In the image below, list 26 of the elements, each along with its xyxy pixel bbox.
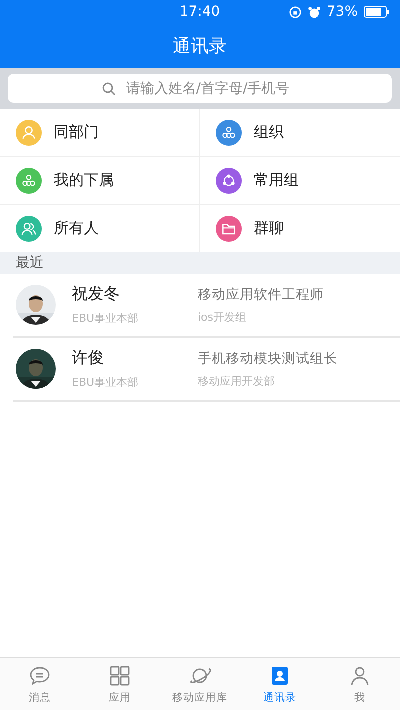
contact-name: 祝发冬 — [72, 284, 121, 305]
contact-department: EBU事业本部 — [72, 311, 140, 326]
search-field[interactable]: 请输入姓名/首字母/手机号 — [8, 74, 392, 103]
shortcut-item[interactable]: 常用组 — [200, 157, 400, 205]
shortcut-item[interactable]: 我的下属 — [0, 157, 200, 205]
grid-icon — [108, 664, 132, 688]
tab[interactable]: 通讯录 — [240, 658, 320, 710]
page-title: 通讯录 — [173, 35, 227, 58]
contact-row[interactable]: 祝发冬 EBU事业本部 移动应用软件工程师 ios开发组 — [13, 274, 400, 338]
rotation-lock-icon — [288, 6, 302, 18]
shortcut-item[interactable]: 同部门 — [0, 109, 200, 157]
shortcut-item[interactable]: 组织 — [200, 109, 400, 157]
contact-group: 移动应用开发部 — [198, 374, 338, 388]
contact-row[interactable]: 许俊 EBU事业本部 手机移动模块测试组长 移动应用开发部 — [13, 338, 400, 402]
contact-name: 许俊 — [72, 348, 105, 369]
shortcut-item[interactable]: 群聊 — [200, 205, 400, 252]
battery-percent: 73% — [326, 4, 358, 20]
section-title: 最近 — [16, 254, 44, 272]
contact-group: ios开发组 — [198, 310, 324, 324]
contact-position: 手机移动模块测试组长 — [198, 350, 338, 368]
tab[interactable]: 应用 — [80, 658, 160, 710]
battery-icon — [364, 6, 390, 18]
alarm-icon — [308, 6, 321, 18]
contact-department: EBU事业本部 — [72, 375, 140, 390]
contact-position: 移动应用软件工程师 — [198, 286, 324, 304]
status-time: 17:40 — [180, 4, 220, 20]
